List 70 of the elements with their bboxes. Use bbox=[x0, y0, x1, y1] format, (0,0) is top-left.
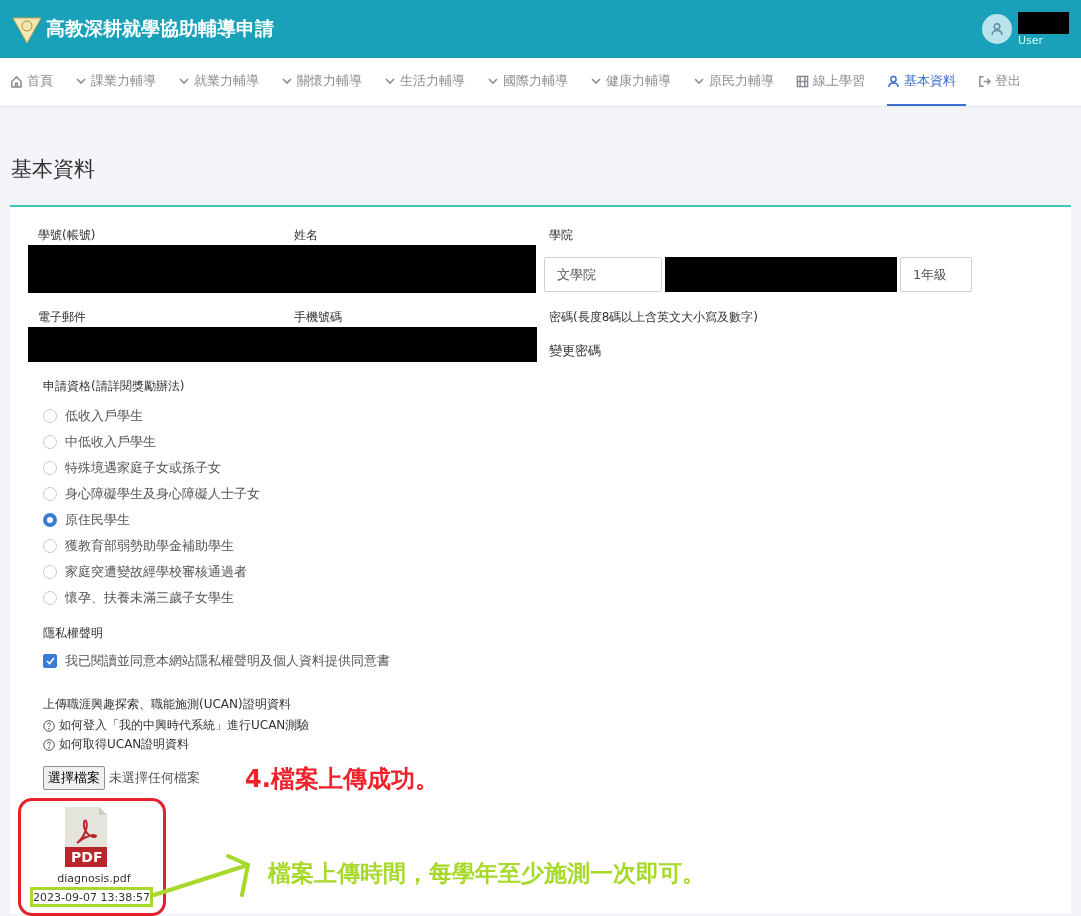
checkbox[interactable] bbox=[43, 654, 57, 668]
section-label: 申請資格(請詳閱獎勵辦法) bbox=[43, 378, 186, 395]
radio-button[interactable] bbox=[43, 487, 57, 501]
field-label: 姓名 bbox=[294, 227, 319, 243]
chevron-down-icon bbox=[384, 77, 396, 85]
college-field[interactable]: 文學院 bbox=[544, 257, 662, 292]
radio-label: 低收入戶學生 bbox=[65, 407, 143, 425]
site-title: 高教深耕就學協助輔導申請 bbox=[46, 16, 274, 41]
radio-button[interactable] bbox=[43, 591, 57, 605]
radio-label: 中低收入戶學生 bbox=[65, 433, 156, 451]
file-name: diagnosis.pdf bbox=[56, 872, 132, 885]
chevron-down-icon bbox=[178, 77, 190, 85]
nav-tab[interactable]: 國際力輔導 bbox=[487, 58, 578, 106]
user-icon bbox=[887, 74, 900, 88]
nav-tab[interactable]: 健康力輔導 bbox=[590, 58, 681, 106]
section-label: 隱私權聲明 bbox=[43, 625, 104, 642]
field-label: 學號(帳號) bbox=[38, 227, 97, 243]
radio-button[interactable] bbox=[43, 539, 57, 553]
chevron-down-icon bbox=[693, 77, 705, 85]
annotation-text: 檔案上傳時間，每學年至少施測一次即可。 bbox=[268, 859, 705, 888]
annotation-text: 4.檔案上傳成功。 bbox=[245, 764, 439, 795]
field-label: 手機號碼 bbox=[294, 309, 343, 325]
logout-icon bbox=[978, 74, 991, 88]
radio-button[interactable] bbox=[43, 435, 57, 449]
nav-tab[interactable]: 首頁 bbox=[10, 58, 63, 106]
help-link[interactable]: 如何取得UCAN證明資料 bbox=[43, 735, 1071, 754]
radio-label: 特殊境遇家庭子女或孫子女 bbox=[65, 459, 221, 477]
redaction-block bbox=[1018, 11, 1069, 34]
radio-label: 原住民學生 bbox=[65, 511, 130, 529]
choose-file-button[interactable]: 選擇檔案 bbox=[43, 766, 105, 790]
radio-label: 家庭突遭變故經學校審核通過者 bbox=[65, 563, 247, 581]
nav-tab[interactable]: 原民力輔導 bbox=[693, 58, 784, 106]
radio-button[interactable] bbox=[43, 513, 57, 527]
nav-tab[interactable]: 生活力輔導 bbox=[384, 58, 475, 106]
user-role: User bbox=[1018, 33, 1045, 47]
chevron-down-icon bbox=[487, 77, 499, 85]
avatar-icon[interactable] bbox=[982, 14, 1012, 44]
radio-button[interactable] bbox=[43, 565, 57, 579]
field-label: 電子郵件 bbox=[38, 309, 87, 325]
change-password-link[interactable]: 變更密碼 bbox=[549, 342, 1071, 360]
chevron-down-icon bbox=[281, 77, 293, 85]
help-link[interactable]: 如何登入「我的中興時代系統」進行UCAN測驗 bbox=[43, 716, 1071, 735]
pdf-file-icon bbox=[65, 807, 107, 867]
home-icon bbox=[10, 74, 23, 88]
nav-tab[interactable]: 就業力輔導 bbox=[178, 58, 269, 106]
upload-timestamp: 2023-09-07 13:38:57 bbox=[30, 887, 153, 907]
nav-tab[interactable]: 關懷力輔導 bbox=[281, 58, 372, 106]
help-icon bbox=[43, 719, 55, 732]
file-status: 未選擇任何檔案 bbox=[109, 769, 200, 787]
radio-label: 獲教育部弱勢助學金補助學生 bbox=[65, 537, 234, 555]
field-label: 學院 bbox=[549, 227, 574, 243]
grade-field[interactable]: 1年級 bbox=[900, 257, 972, 292]
chevron-down-icon bbox=[590, 77, 602, 85]
pdf-label: PDF bbox=[71, 849, 103, 865]
radio-label: 身心障礙學生及身心障礙人士子女 bbox=[65, 485, 260, 503]
help-icon bbox=[43, 738, 55, 751]
section-label: 上傳職涯興趣探索、職能施測(UCAN)證明資料 bbox=[43, 696, 292, 713]
radio-button[interactable] bbox=[43, 461, 57, 475]
nav-tab[interactable]: 線上學習 bbox=[796, 58, 875, 106]
page-title: 基本資料 bbox=[10, 156, 96, 183]
radio-button[interactable] bbox=[43, 409, 57, 423]
film-icon bbox=[796, 74, 809, 88]
nav-tab[interactable]: 基本資料 bbox=[887, 58, 966, 106]
checkbox-label: 我已閱讀並同意本網站隱私權聲明及個人資料提供同意書 bbox=[65, 652, 390, 670]
emblem-logo bbox=[12, 14, 42, 44]
radio-label: 懷孕、扶養未滿三歲子女學生 bbox=[65, 589, 234, 607]
field-label: 密碼(長度8碼以上含英文大小寫及數字) bbox=[549, 309, 759, 325]
nav-tab[interactable]: 課業力輔導 bbox=[75, 58, 166, 106]
nav-tab[interactable]: 登出 bbox=[978, 58, 1031, 106]
chevron-down-icon bbox=[75, 77, 87, 85]
